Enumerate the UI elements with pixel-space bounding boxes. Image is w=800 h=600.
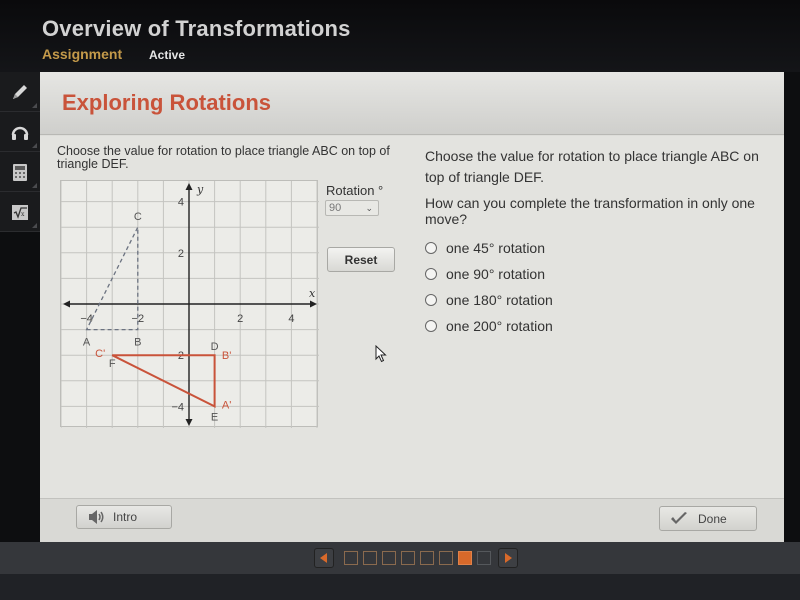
vertex-label: A: [83, 337, 91, 349]
image-vertex-label: C': [95, 348, 105, 360]
status-label: Active: [149, 48, 186, 62]
coordinate-graph: x y −4 −2 2 4 4 2 −2 −4 A B C A' B' C' D E F: [60, 180, 319, 428]
graph-prompt: Choose the value for rotation to place t…: [57, 144, 390, 171]
activity-content: Choose the value for rotation to place t…: [40, 136, 784, 498]
answer-option[interactable]: one 200° rotation: [425, 313, 553, 339]
graph-canvas: xy−4 −2 2 442−2−4A BCA'B'C'DEF: [61, 181, 319, 428]
x-axis-arrow-right: [310, 300, 317, 308]
page-indicator-current[interactable]: [458, 551, 472, 565]
answer-option[interactable]: one 180° rotation: [425, 287, 553, 313]
option-label: one 180° rotation: [446, 292, 553, 308]
reset-button[interactable]: Reset: [327, 247, 395, 272]
page-indicator[interactable]: [439, 551, 453, 565]
tool-menu-corner: [32, 103, 37, 108]
question-prompt: Choose the value for rotation to place t…: [425, 148, 759, 185]
y-axis-arrow-up: [185, 183, 193, 190]
intro-label: Intro: [113, 510, 138, 524]
tool-menu-corner: [32, 183, 37, 188]
pager-footer: [0, 574, 800, 600]
y-tick-label: −4: [171, 401, 184, 413]
chevron-down-icon: ⌄: [365, 203, 373, 213]
done-button[interactable]: Done: [659, 506, 757, 531]
triangle-right-icon: [505, 553, 512, 563]
activity-title-band: Exploring Rotations: [40, 72, 784, 135]
page-indicator[interactable]: [420, 551, 434, 565]
image-vertex-label: B': [222, 350, 231, 362]
next-page-button[interactable]: [498, 548, 518, 568]
y-tick-label: 2: [178, 248, 184, 260]
radio-button[interactable]: [425, 242, 437, 254]
option-label: one 90° rotation: [446, 266, 546, 282]
x-tick-label: −4: [80, 313, 93, 325]
rotation-select[interactable]: 90 ⌄: [325, 200, 379, 216]
page-indicator[interactable]: [344, 551, 358, 565]
activity-frame: Exploring Rotations Choose the value for…: [40, 72, 784, 542]
mouse-pointer-icon: [375, 344, 387, 368]
y-tick-label: 4: [178, 197, 184, 209]
checkmark-icon: [671, 511, 687, 524]
vertex-label-def: D: [211, 341, 219, 353]
question-text: How can you complete the transformation …: [425, 195, 755, 227]
x-tick-label: 4: [288, 313, 294, 325]
intro-button[interactable]: Intro: [76, 505, 172, 529]
option-label: one 45° rotation: [446, 240, 546, 256]
vertex-label-def: F: [109, 358, 116, 370]
triangle-left-icon: [320, 553, 327, 563]
calculator-tool-button[interactable]: [0, 152, 40, 192]
formula-tool-button[interactable]: x: [0, 192, 40, 232]
audio-tool-button[interactable]: [0, 112, 40, 152]
radio-button[interactable]: [425, 320, 437, 332]
image-vertex-label: A': [222, 399, 231, 411]
calculator-icon: [13, 163, 27, 181]
page-indicator[interactable]: [401, 551, 415, 565]
rotation-label: Rotation °: [326, 183, 384, 198]
vertex-label: C: [134, 211, 142, 223]
option-label: one 200° rotation: [446, 318, 553, 334]
radio-button[interactable]: [425, 294, 437, 306]
vertex-label-def: E: [211, 411, 218, 423]
tool-menu-corner: [32, 143, 37, 148]
answer-option[interactable]: one 90° rotation: [425, 261, 553, 287]
page-navigator: [0, 542, 800, 574]
x-axis-label: x: [309, 287, 316, 300]
x-axis-arrow-left: [63, 300, 70, 308]
tool-sidebar: x: [0, 72, 40, 232]
course-title: Overview of Transformations: [42, 16, 351, 41]
page-indicator[interactable]: [477, 551, 491, 565]
app-header: Overview of Transformations Assignment A…: [0, 0, 800, 72]
assignment-label: Assignment: [42, 46, 123, 62]
page-indicator[interactable]: [363, 551, 377, 565]
square-root-icon: x: [12, 204, 28, 220]
speaker-icon: [89, 510, 104, 524]
pencil-tool-button[interactable]: [0, 72, 40, 112]
previous-page-button[interactable]: [314, 548, 334, 568]
headphones-icon: [11, 126, 29, 140]
y-axis-arrow-down: [185, 419, 193, 426]
y-axis-label: y: [196, 183, 204, 196]
y-tick-label: −2: [171, 350, 184, 362]
page-indicator[interactable]: [382, 551, 396, 565]
vertex-label: B: [134, 337, 141, 349]
answer-options: one 45° rotation one 90° rotation one 18…: [425, 235, 553, 339]
rotation-value: 90: [329, 202, 342, 214]
done-label: Done: [698, 511, 727, 526]
answer-option[interactable]: one 45° rotation: [425, 235, 553, 261]
tool-menu-corner: [32, 223, 37, 228]
activity-title: Exploring Rotations: [62, 90, 271, 115]
x-tick-label: 2: [237, 313, 243, 325]
pencil-icon: [13, 84, 27, 99]
radio-button[interactable]: [425, 268, 437, 280]
